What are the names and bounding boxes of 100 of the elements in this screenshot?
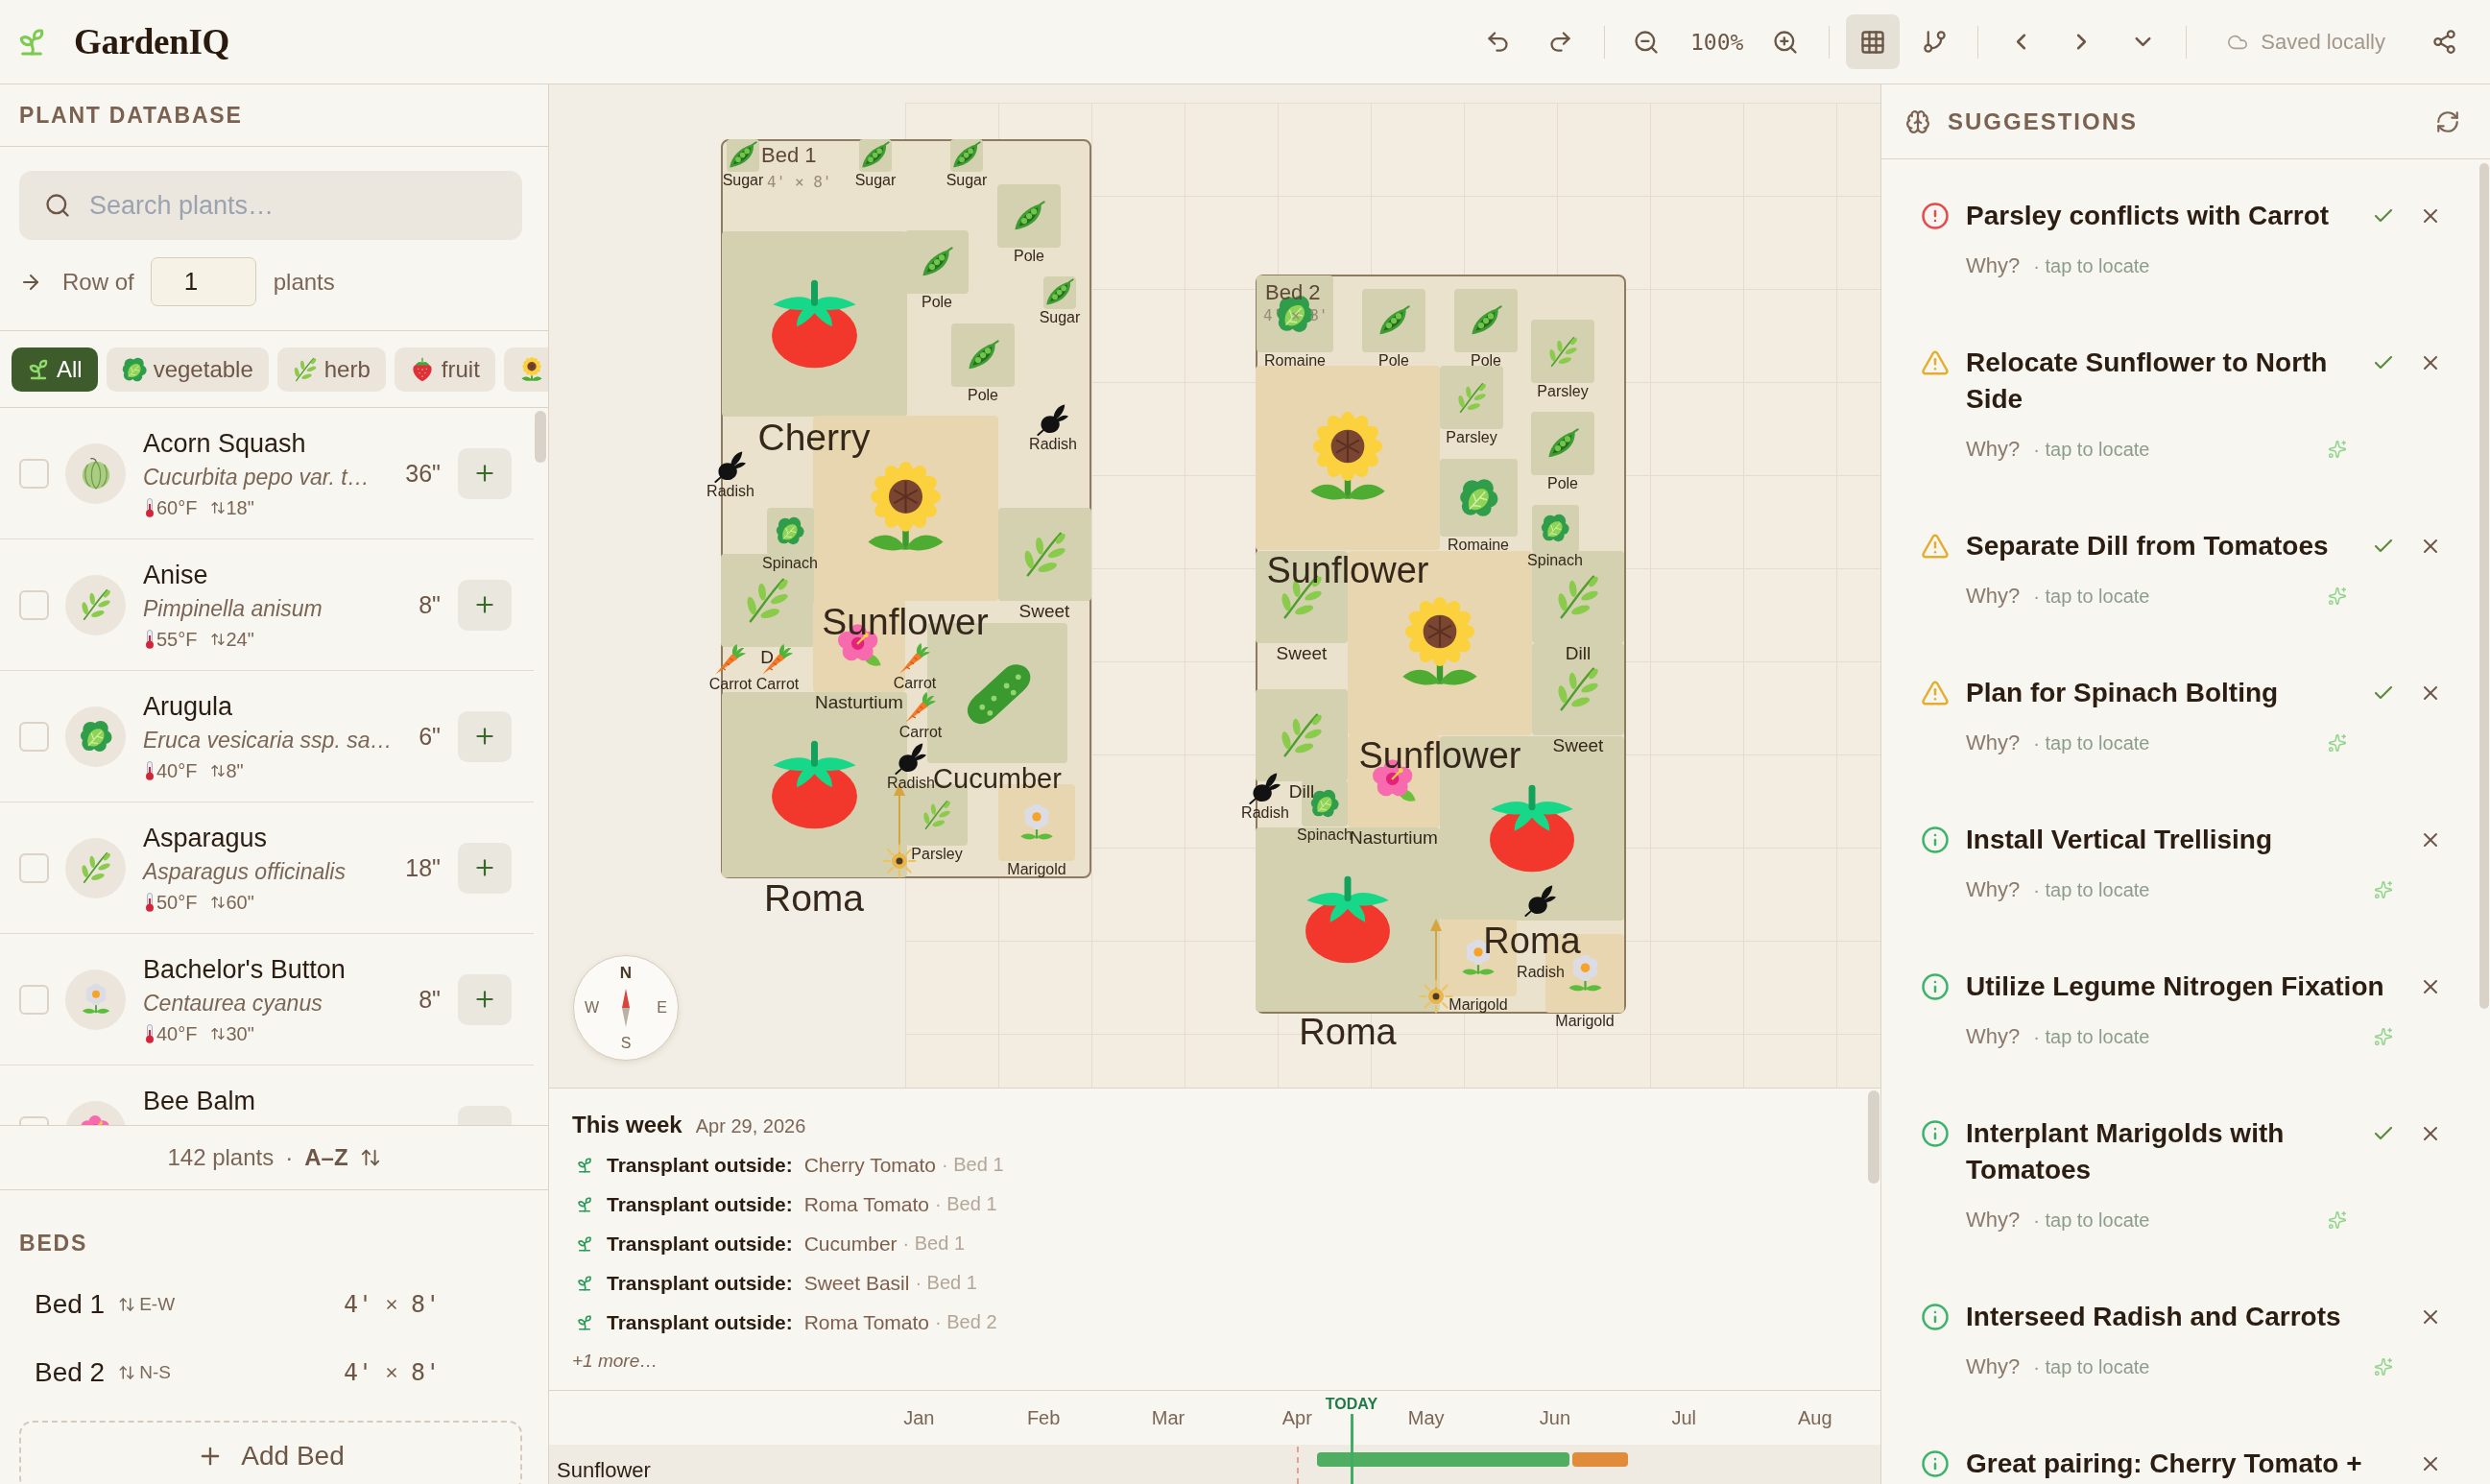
add-bed-button[interactable]: Add Bed bbox=[19, 1421, 522, 1484]
plant-count-input[interactable]: 1 bbox=[150, 257, 256, 306]
compass-label: W bbox=[585, 998, 600, 1017]
plant-tile[interactable] bbox=[721, 230, 907, 417]
plant-tile[interactable] bbox=[859, 139, 892, 172]
scrollbar[interactable] bbox=[2479, 163, 2489, 1009]
min-temperature: 60°F bbox=[156, 496, 198, 519]
herb-icon bbox=[1279, 712, 1325, 758]
task-action: Transplant outside: bbox=[607, 1310, 793, 1334]
error-icon bbox=[1921, 202, 1950, 230]
bed-orientation: N-S bbox=[139, 1361, 171, 1383]
plant-label: Pole bbox=[1378, 352, 1409, 371]
plant-tile[interactable] bbox=[766, 507, 814, 555]
scrollbar[interactable] bbox=[535, 411, 546, 463]
why-link[interactable]: Why? bbox=[1966, 1024, 2021, 1049]
plant-label: Parsley bbox=[1537, 383, 1589, 401]
checkbox[interactable] bbox=[19, 984, 49, 1015]
suggestion-title[interactable]: Relocate Sunflower to North Side bbox=[1966, 345, 2358, 418]
plant-tile[interactable] bbox=[1531, 412, 1594, 475]
task-plant[interactable]: Roma Tomato bbox=[803, 1192, 930, 1216]
plant-tile[interactable] bbox=[1256, 689, 1348, 781]
plant-tile[interactable] bbox=[1257, 275, 1333, 352]
latin-name: Pimpinella anisum bbox=[143, 595, 323, 623]
checkbox[interactable] bbox=[19, 589, 49, 620]
suggestion-title[interactable]: Parsley conflicts with Carrot bbox=[1966, 198, 2358, 234]
filter-chip[interactable]: All bbox=[12, 347, 98, 392]
plant-label: Dill bbox=[1565, 643, 1592, 664]
more-link[interactable]: +1 more… bbox=[572, 1349, 658, 1374]
plant-label: Roma bbox=[764, 876, 864, 921]
plant-tile[interactable] bbox=[1454, 289, 1518, 352]
add-button[interactable] bbox=[458, 447, 512, 499]
plant-tile[interactable] bbox=[951, 323, 1015, 387]
sort-button[interactable]: A–Z bbox=[304, 1144, 381, 1171]
bed-width: 4' bbox=[344, 1290, 373, 1318]
bed-name[interactable]: Bed 1 bbox=[35, 1288, 106, 1320]
why-link[interactable]: Why? bbox=[1966, 1208, 2021, 1233]
task-plant[interactable]: Cucumber bbox=[803, 1232, 898, 1256]
section-title: BEDS bbox=[19, 1231, 88, 1256]
filter-chip[interactable]: herb bbox=[276, 347, 386, 392]
month-label: Feb bbox=[1026, 1406, 1061, 1429]
plant-tile[interactable] bbox=[997, 507, 1091, 601]
task-plant[interactable]: Roma Tomato bbox=[803, 1310, 930, 1334]
suggestion-title[interactable]: Great pairing: Cherry Tomato + bbox=[1966, 1446, 2405, 1482]
task-plant[interactable]: Sweet Basil bbox=[803, 1271, 910, 1295]
plant-tile[interactable] bbox=[905, 230, 969, 294]
why-link[interactable]: Why? bbox=[1966, 253, 2021, 278]
search-field[interactable]: Search plants… bbox=[19, 171, 522, 240]
plant-tile[interactable] bbox=[997, 184, 1061, 248]
suggestion-title[interactable]: Interseed Radish and Carrots bbox=[1966, 1299, 2405, 1335]
task-bed: · Bed 1 bbox=[942, 1154, 1004, 1176]
plant-tile[interactable] bbox=[1532, 643, 1624, 735]
suggestion-title[interactable]: Utilize Legume Nitrogen Fixation bbox=[1966, 969, 2405, 1005]
suggestion-title[interactable]: Install Vertical Trellising bbox=[1966, 822, 2405, 858]
add-button[interactable] bbox=[458, 710, 512, 762]
plant-tile[interactable] bbox=[1440, 366, 1503, 429]
task-action: Transplant outside: bbox=[607, 1192, 793, 1216]
plant-label: Roma bbox=[1483, 921, 1581, 963]
task-plant[interactable]: Cherry Tomato bbox=[803, 1153, 937, 1177]
bed-name[interactable]: Bed 2 bbox=[35, 1356, 106, 1388]
suggestion-title[interactable]: Plan for Spinach Bolting bbox=[1966, 675, 2358, 711]
grid-toggle-button[interactable] bbox=[1846, 14, 1901, 69]
min-temperature: 55°F bbox=[156, 628, 198, 651]
thermometer-icon bbox=[143, 630, 156, 649]
checkbox[interactable] bbox=[19, 721, 49, 752]
why-link[interactable]: Why? bbox=[1966, 877, 2021, 902]
arrow-up-down-icon bbox=[118, 1295, 136, 1313]
plant-tile[interactable] bbox=[950, 139, 983, 172]
arrow-up-down-icon bbox=[210, 895, 227, 910]
filter-chip[interactable]: fruit bbox=[394, 347, 495, 392]
month-label: Jul bbox=[1671, 1406, 1696, 1429]
plant-tile[interactable] bbox=[1439, 458, 1518, 537]
suggestion-title[interactable]: Separate Dill from Tomatoes bbox=[1966, 528, 2358, 564]
why-link[interactable]: Why? bbox=[1966, 730, 2021, 755]
info-icon bbox=[1921, 1119, 1950, 1148]
search-icon bbox=[44, 192, 71, 219]
task-action: Transplant outside: bbox=[607, 1271, 793, 1295]
plant-tile[interactable] bbox=[727, 139, 759, 172]
add-button[interactable] bbox=[458, 973, 512, 1025]
plant-tile[interactable] bbox=[1531, 504, 1579, 552]
suggestion-title[interactable]: Interplant Marigolds with Tomatoes bbox=[1966, 1115, 2358, 1188]
warning-icon bbox=[1921, 679, 1950, 707]
plant-tile[interactable] bbox=[1043, 276, 1076, 309]
checkbox[interactable] bbox=[19, 458, 49, 489]
lettuce-icon bbox=[1458, 477, 1498, 517]
arrow-up-down-icon bbox=[210, 500, 227, 515]
filter-chip[interactable]: vegetable bbox=[106, 347, 269, 392]
plant-tile[interactable] bbox=[1256, 827, 1440, 1012]
add-button[interactable] bbox=[458, 579, 512, 631]
add-button[interactable] bbox=[458, 842, 512, 894]
scrollbar[interactable] bbox=[1868, 1090, 1879, 1184]
plant-name: Bachelor's Button bbox=[143, 954, 346, 986]
why-link[interactable]: Why? bbox=[1966, 437, 2021, 462]
filter-chip[interactable] bbox=[503, 347, 548, 392]
why-link[interactable]: Why? bbox=[1966, 1354, 2021, 1379]
herb-icon bbox=[1555, 666, 1601, 712]
checkbox[interactable] bbox=[19, 852, 49, 883]
plant-tile[interactable] bbox=[1531, 320, 1594, 383]
why-link[interactable]: Why? bbox=[1966, 584, 2021, 609]
plant-tile[interactable] bbox=[1362, 289, 1425, 352]
plant-tile[interactable] bbox=[1256, 366, 1440, 550]
